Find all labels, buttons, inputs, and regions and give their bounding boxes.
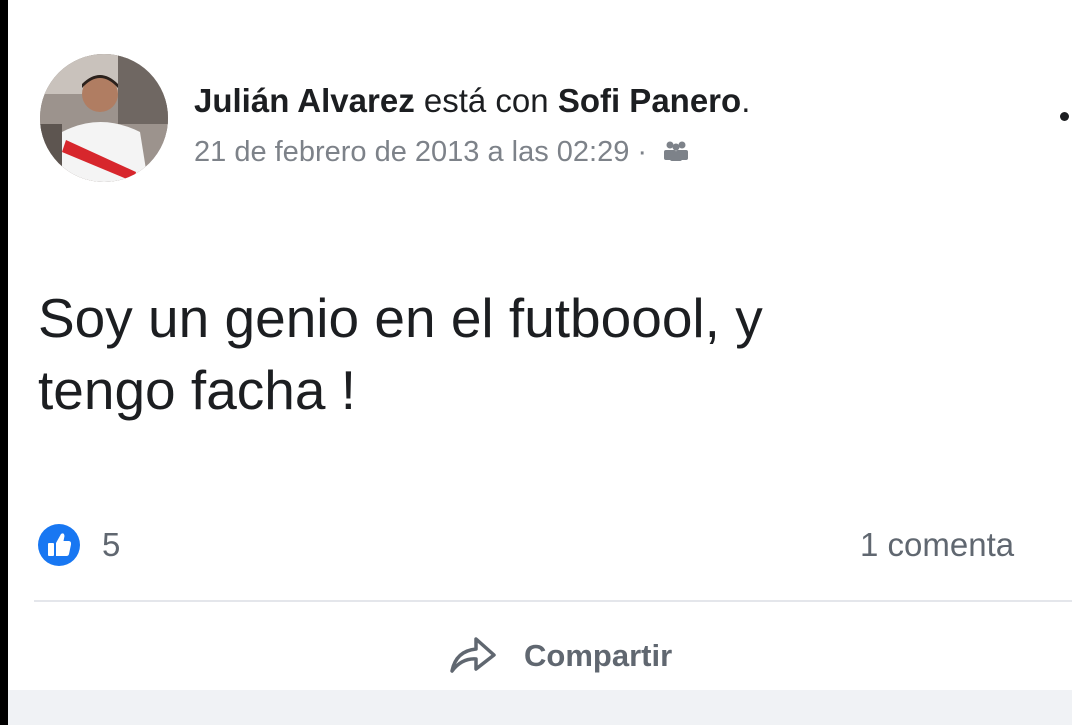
post-timestamp[interactable]: 21 de febrero de 2013 a las 02:29 · (194, 136, 655, 168)
share-button[interactable]: Compartir (448, 632, 672, 680)
post-card: Julián Alvarez está con Sofi Panero. 21 … (8, 0, 1072, 725)
post-text-line-1: Soy un genio en el futboool, y (38, 287, 763, 349)
reactions-bar: 5 1 comenta (38, 522, 1072, 568)
like-count[interactable]: 5 (102, 526, 120, 564)
share-icon (448, 633, 498, 680)
comment-count[interactable]: 1 comenta (860, 526, 1014, 564)
comment-area (8, 690, 1072, 725)
avatar-photo (40, 54, 168, 182)
more-options-icon[interactable] (1060, 112, 1069, 121)
avatar[interactable] (40, 54, 168, 182)
post-meta: 21 de febrero de 2013 a las 02:29 · (194, 136, 691, 170)
tag-connector: está con (414, 82, 558, 119)
post-header: Julián Alvarez está con Sofi Panero. 21 … (40, 54, 1070, 184)
author-line-period: . (741, 82, 751, 119)
author-line: Julián Alvarez está con Sofi Panero. (194, 82, 750, 120)
share-label: Compartir (524, 638, 673, 673)
post-text: Soy un genio en el futboool, y tengo fac… (38, 282, 1048, 426)
friends-icon[interactable] (661, 137, 691, 170)
like-icon[interactable] (38, 524, 80, 566)
post-text-line-2: tengo facha ! (38, 359, 357, 421)
tagged-friend[interactable]: Sofi Panero (558, 82, 741, 119)
post-actions: Compartir (8, 602, 1072, 690)
author-name[interactable]: Julián Alvarez (194, 82, 415, 119)
